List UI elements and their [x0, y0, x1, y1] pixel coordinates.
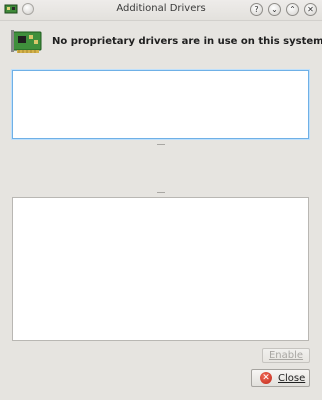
additional-drivers-window: Additional Drivers ? ⌄ ⌃ ✕ No proprietar…: [0, 0, 322, 400]
splitter-handle[interactable]: [157, 192, 165, 193]
close-icon: ✕: [260, 372, 272, 384]
title-bar[interactable]: Additional Drivers ? ⌄ ⌃ ✕: [0, 0, 322, 21]
maximize-button[interactable]: ⌃: [286, 3, 299, 16]
enable-button[interactable]: Enable: [262, 348, 310, 363]
minimize-button[interactable]: ⌄: [268, 3, 281, 16]
expansion-card-icon: [11, 30, 42, 53]
splitter-handle[interactable]: [157, 144, 165, 145]
details-panel[interactable]: [12, 197, 309, 341]
close-button-label: Close: [278, 372, 306, 384]
window-close-button[interactable]: ✕: [304, 3, 317, 16]
driver-list[interactable]: [12, 70, 309, 139]
close-button[interactable]: ✕ Close: [251, 369, 310, 387]
status-message: No proprietary drivers are in use on thi…: [52, 36, 322, 47]
help-button[interactable]: ?: [250, 3, 263, 16]
